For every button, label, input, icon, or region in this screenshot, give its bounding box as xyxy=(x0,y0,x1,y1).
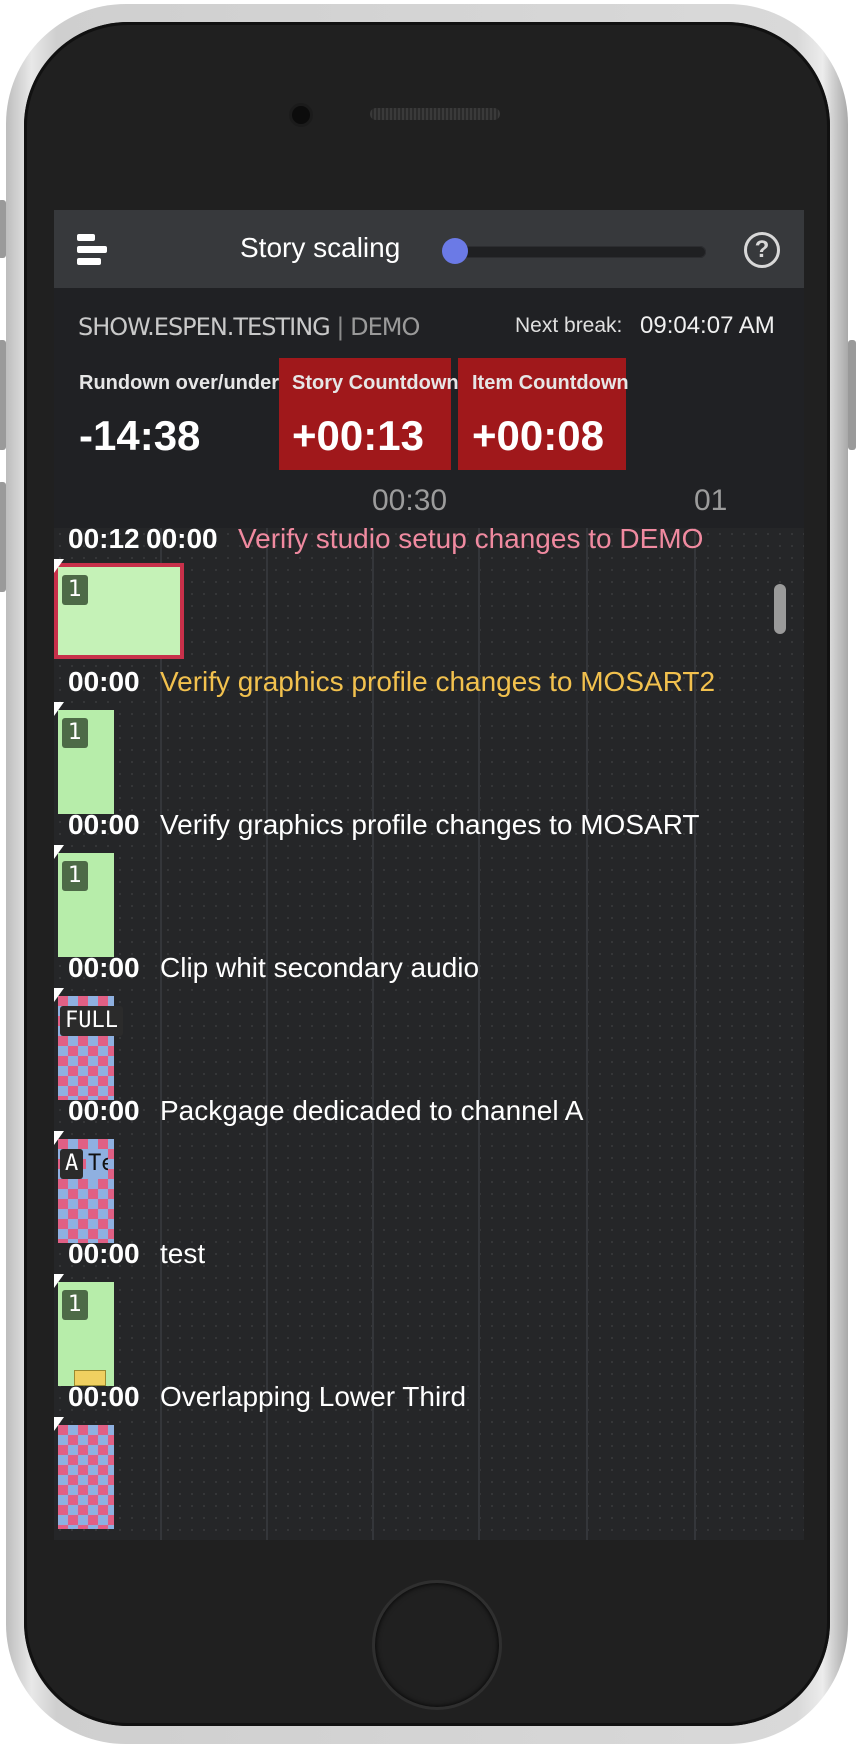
story-title: test xyxy=(160,1238,206,1269)
power-button xyxy=(848,340,856,450)
story-countdown-value: +00:13 xyxy=(292,412,424,459)
item-secondary-badge: Te xyxy=(86,1149,108,1179)
top-toolbar: Story scaling ? xyxy=(54,210,804,288)
story-row[interactable]: 00:00 Overlapping Lower Third xyxy=(54,1369,774,1529)
next-break-value: 09:04:07 AM xyxy=(640,312,775,339)
story-duration: 00:00 xyxy=(68,666,140,697)
home-button[interactable] xyxy=(372,1580,502,1710)
story-duration: 00:00 xyxy=(68,1381,140,1412)
story-title: Verify studio setup changes to DEMO xyxy=(238,523,704,554)
story-duration: 00:00 xyxy=(146,523,218,554)
story-title: Overlapping Lower Third xyxy=(160,1381,467,1412)
story-duration: 00:00 xyxy=(68,809,140,840)
item-badge: 1 xyxy=(62,575,88,605)
menu-icon[interactable] xyxy=(77,234,113,266)
show-separator: | xyxy=(336,313,344,341)
story-title: Packgage dedicaded to channel A xyxy=(160,1095,584,1126)
story-duration: 00:00 xyxy=(68,1095,140,1126)
app-screen: Story scaling ? SHOW.ESPEN.TESTING | DEM… xyxy=(54,210,804,1540)
story-row[interactable]: 00:00 Verify graphics profile changes to… xyxy=(54,654,774,814)
story-countdown-label: Story Countdown xyxy=(292,372,459,394)
item-start-marker xyxy=(54,988,64,1002)
item-countdown-value: +00:08 xyxy=(472,412,604,459)
story-elapsed: 00:12 xyxy=(68,523,140,554)
story-duration: 00:00 xyxy=(68,952,140,983)
rundown-timeline[interactable]: 00:12 00:00 Verify studio setup changes … xyxy=(54,523,804,1540)
story-title: Verify graphics profile changes to MOSAR… xyxy=(160,666,716,697)
volume-up-button xyxy=(0,340,6,450)
timeline-scrollbar[interactable] xyxy=(774,584,786,634)
story-item-block[interactable] xyxy=(58,1425,114,1529)
item-start-marker xyxy=(54,1417,64,1431)
item-start-marker xyxy=(54,559,64,573)
story-title: Clip whit secondary audio xyxy=(160,952,480,983)
story-scaling-slider[interactable] xyxy=(446,246,706,258)
story-row[interactable]: 00:00 test 1 xyxy=(54,1226,774,1386)
show-name: SHOW.ESPEN.TESTING xyxy=(78,313,331,341)
item-start-marker xyxy=(54,702,64,716)
volume-down-button xyxy=(0,482,6,592)
rundown-header: SHOW.ESPEN.TESTING | DEMO Next break: 09… xyxy=(54,288,804,528)
item-start-marker xyxy=(54,845,64,859)
earpiece-speaker xyxy=(370,108,500,120)
item-badge: A xyxy=(60,1149,84,1179)
item-badge: 1 xyxy=(62,1290,88,1320)
story-title: Verify graphics profile changes to MOSAR… xyxy=(160,809,700,840)
story-row[interactable]: 00:12 00:00 Verify studio setup changes … xyxy=(54,511,774,671)
front-camera xyxy=(292,106,310,124)
item-countdown-label: Item Countdown xyxy=(472,372,629,394)
story-row[interactable]: 00:00 Packgage dedicaded to channel A A … xyxy=(54,1083,774,1243)
item-badge: FULL xyxy=(60,1006,123,1036)
show-title: SHOW.ESPEN.TESTING | DEMO xyxy=(78,313,420,341)
next-break-label: Next break: xyxy=(515,314,623,337)
story-duration: 00:00 xyxy=(68,1238,140,1269)
show-variant: DEMO xyxy=(350,313,420,341)
story-row[interactable]: 00:00 Clip whit secondary audio FULL xyxy=(54,940,774,1100)
item-badge: 1 xyxy=(62,718,88,748)
item-start-marker xyxy=(54,1274,64,1288)
rundown-over-under-value: -14:38 xyxy=(79,412,201,459)
item-badge: 1 xyxy=(62,861,88,891)
story-scaling-slider-thumb[interactable] xyxy=(442,238,468,264)
rundown-over-under-label: Rundown over/under xyxy=(79,372,279,394)
story-scaling-label: Story scaling xyxy=(240,232,401,263)
item-start-marker xyxy=(54,1131,64,1145)
story-row[interactable]: 00:00 Verify graphics profile changes to… xyxy=(54,797,774,957)
silent-switch xyxy=(0,200,6,258)
help-icon[interactable]: ? xyxy=(744,232,780,268)
